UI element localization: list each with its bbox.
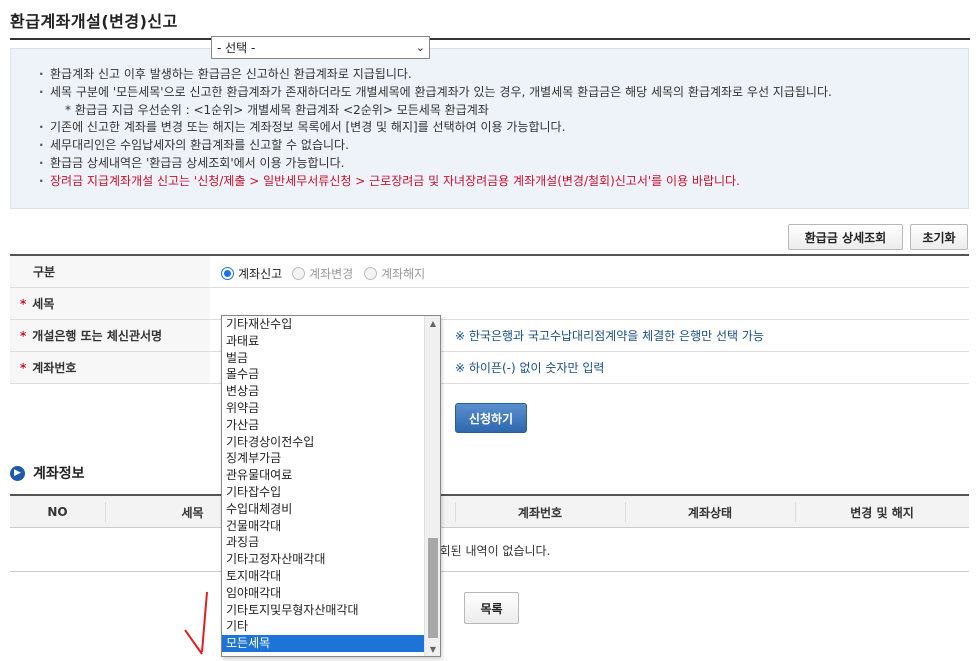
dropdown-option[interactable]: 관유물대여료	[222, 467, 424, 484]
empty-message: 조회된 내역이 없습니다.	[428, 544, 551, 558]
form-row-tax: * 세목	[10, 288, 969, 320]
dropdown-option[interactable]: 기타	[222, 618, 424, 635]
dropdown-option[interactable]: 기타토지및무형자산매각대	[222, 602, 424, 619]
dropdown-option[interactable]: 과징금	[222, 534, 424, 551]
notice-line-incentive: 장려금 지급계좌개설 신고는 '신청/제출 > 일반세무서류신청 > 근로장려금…	[39, 173, 968, 191]
notice-box: 환급계좌 신고 이후 발생하는 환급금은 신고하신 환급계좌로 지급됩니다. 세…	[10, 48, 969, 209]
apply-button[interactable]: 신청하기	[455, 403, 527, 433]
dropdown-option[interactable]: 변상금	[222, 383, 424, 400]
dropdown-option[interactable]: 기타재산수입	[222, 316, 424, 333]
notice-line: 기존에 신고한 계좌를 변경 또는 해지는 계좌정보 목록에서 [변경 및 해지…	[39, 119, 968, 137]
dropdown-option[interactable]: 수입대체경비	[222, 501, 424, 518]
dropdown-option[interactable]: 징계부가금	[222, 450, 424, 467]
radio-checked-icon	[221, 267, 234, 280]
reset-button[interactable]: 초기화	[910, 224, 968, 250]
bank-hint: ※ 한국은행과 국고수납대리점계약을 체결한 은행만 선택 가능	[455, 329, 764, 343]
notice-line: 환급금 상세내역은 '환급금 상세조회'에서 이용 가능합니다.	[39, 155, 968, 173]
tax-type-select[interactable]: - 선택 - ⌄	[211, 36, 430, 59]
radio-account-cancel[interactable]: 계좌해지	[364, 265, 425, 282]
table-header: NO 세목 계좌번호 계좌상태 변경 및 해지	[10, 496, 969, 528]
dropdown-option[interactable]: 건물매각대	[222, 518, 424, 535]
field-label: * 개설은행 또는 체신관서명	[10, 320, 210, 351]
notice-line: 세목 구분에 '모든세목'으로 신고한 환급계좌가 존재하더라도 개별세목에 환…	[39, 84, 968, 102]
field-label: * 세목	[10, 288, 210, 319]
dropdown-option[interactable]: 기타잡수입	[222, 484, 424, 501]
dropdown-option[interactable]: 기타고정자산매각대	[222, 551, 424, 568]
dropdown-scrollbar[interactable]: ▲ ▼	[424, 316, 440, 656]
dropdown-option[interactable]: 가산금	[222, 417, 424, 434]
dropdown-option[interactable]: 벌금	[222, 350, 424, 367]
dropdown-option[interactable]: 과태료	[222, 333, 424, 350]
scroll-down-icon[interactable]: ▼	[425, 642, 441, 656]
column-header: 변경 및 해지	[850, 505, 914, 520]
page-title: 환급계좌개설(변경)신고	[10, 12, 178, 31]
dropdown-option[interactable]: 몰수금	[222, 366, 424, 383]
column-header: NO	[47, 505, 68, 519]
radio-icon	[364, 267, 377, 280]
notice-line: 세무대리인은 수임납세자의 환급계좌를 신고할 수 없습니다.	[39, 137, 968, 155]
account-hint: ※ 하이픈(-) 없이 숫자만 입력	[455, 361, 605, 375]
account-info-table: NO 세목 계좌번호 계좌상태 변경 및 해지 조회된 내역이 없습니다.	[10, 494, 969, 572]
radio-account-change[interactable]: 계좌변경	[292, 265, 353, 282]
annotation-arrow-icon	[184, 591, 208, 655]
refund-detail-button[interactable]: 환급금 상세조회	[788, 224, 903, 250]
dropdown-option[interactable]: 위약금	[222, 400, 424, 417]
column-header: 계좌번호	[517, 505, 563, 520]
divider	[105, 502, 106, 522]
scrollbar-thumb[interactable]	[428, 538, 438, 638]
section-title-account-info: ▶ 계좌정보	[10, 463, 85, 483]
field-label: * 계좌번호	[10, 352, 210, 383]
table-empty-row: 조회된 내역이 없습니다.	[10, 528, 969, 572]
column-header: 계좌상태	[687, 505, 733, 520]
chevron-down-icon: ⌄	[415, 41, 425, 54]
dropdown-option[interactable]: 임야매각대	[222, 585, 424, 602]
radio-account-register[interactable]: 계좌신고	[221, 265, 282, 282]
field-label: 구분	[10, 256, 210, 287]
notice-line-priority: * 환급금 지급 우선순위 : <1순위> 개별세목 환급계좌 <2순위> 모든…	[65, 102, 489, 117]
dropdown-options: 기타재산수입 과태료 벌금 몰수금 변상금 위약금 가산금 기타경상이전수입 징계부가금 관유물대…	[222, 316, 440, 652]
dropdown-option[interactable]: 토지매각대	[222, 568, 424, 585]
notice-line: 환급계좌 신고 이후 발생하는 환급금은 신고하신 환급계좌로 지급됩니다.	[39, 66, 968, 84]
scroll-up-icon[interactable]: ▲	[425, 316, 441, 330]
dropdown-option[interactable]: 모든세목	[222, 635, 424, 652]
title-divider	[10, 38, 970, 40]
dropdown-option[interactable]: 기타경상이전수입	[222, 434, 424, 451]
tax-type-dropdown-list[interactable]: 기타재산수입 과태료 벌금 몰수금 변상금 위약금 가산금 기타경상이전수입 징계부가금 관유물대…	[221, 315, 441, 657]
form-row-type: 구분 계좌신고 계좌변경 계좌해지	[10, 256, 969, 288]
list-button[interactable]: 목록	[464, 592, 519, 624]
arrow-right-circle-icon: ▶	[10, 465, 25, 481]
radio-icon	[292, 267, 305, 280]
